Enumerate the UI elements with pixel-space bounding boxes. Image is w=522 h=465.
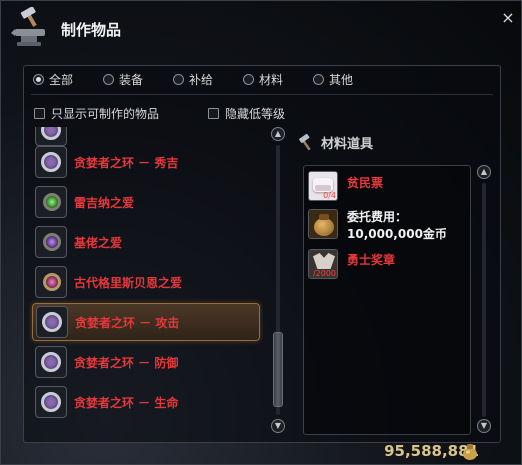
material-name: 勇士奖章: [347, 253, 396, 267]
ring-silver-icon: [36, 306, 68, 338]
ring-silver-icon: [35, 346, 67, 378]
list-item[interactable]: 雷吉纳之爱: [32, 183, 260, 221]
radio-dot: [313, 74, 324, 85]
radio-dot: [243, 74, 254, 85]
list-item[interactable]: 贪婪者之环 － 生命: [32, 383, 260, 421]
radio-label: 装备: [119, 73, 144, 87]
materials-header: 材料道具: [297, 133, 373, 152]
scroll-down-button[interactable]: ▼: [477, 419, 491, 433]
materials-title: 材料道具: [321, 137, 374, 152]
radio-label: 补给: [189, 73, 214, 87]
radio-equipment[interactable]: 装备: [103, 71, 143, 88]
fee-amount: 10,000,000金币: [347, 227, 447, 241]
list-item-selected[interactable]: 贪婪者之环 － 攻击: [32, 303, 260, 341]
list-item[interactable]: 基佬之爱: [32, 223, 260, 261]
radio-all[interactable]: 全部: [33, 71, 73, 88]
recipe-name: 贪婪者之环 － 生命: [74, 395, 179, 410]
radio-dot: [103, 74, 114, 85]
hammer-icon: [299, 133, 311, 150]
checkbox-label: 只显示可制作的物品: [51, 107, 160, 121]
radio-supplies[interactable]: 补给: [173, 71, 213, 88]
list-item[interactable]: 古代格里斯贝恩之爱: [32, 263, 260, 301]
checkbox-box: [208, 108, 219, 119]
radio-dot: [33, 74, 44, 85]
material-name: 贫民票: [347, 176, 384, 190]
material-count: 0/4: [323, 191, 336, 200]
window-title: 制作物品: [61, 21, 122, 39]
fee-label: 委托费用：: [347, 210, 408, 224]
ring-green-icon: [35, 186, 67, 218]
commission-fee: 委托费用： 10,000,000金币: [347, 209, 447, 243]
title-bar[interactable]: 制作物品 ×: [1, 1, 522, 57]
material-item[interactable]: /2000 勇士奖章: [308, 249, 395, 279]
material-item[interactable]: 0/4 贫民票: [308, 171, 383, 201]
anvil-icon: [11, 7, 45, 46]
scroll-up-button[interactable]: ▲: [271, 127, 285, 141]
list-item[interactable]: 贪婪者之环 － 防御: [32, 343, 260, 381]
list-item[interactable]: 贪婪者之环 － 秀吉: [32, 143, 260, 181]
close-button[interactable]: ×: [499, 9, 517, 27]
recipe-name: 贪婪者之环 － 攻击: [75, 315, 180, 330]
scroll-down-button[interactable]: ▼: [271, 419, 285, 433]
craft-window: 制作物品 × 全部 装备 补给 材料 其他 只显示可制作的物品 隐藏低等级 贪婪…: [0, 0, 522, 465]
scroll-up-button[interactable]: ▲: [477, 165, 491, 179]
radio-other[interactable]: 其他: [313, 71, 353, 88]
checkbox-box: [34, 108, 45, 119]
ring-pink-icon: [35, 266, 67, 298]
money-bag-icon: [308, 209, 338, 239]
ring-silver-icon: [35, 386, 67, 418]
medal-icon: /2000: [308, 249, 338, 279]
recipe-list-scrollbar[interactable]: ▲ ▼: [271, 127, 285, 437]
checkbox-craftable-only[interactable]: 只显示可制作的物品: [34, 105, 159, 122]
checkbox-label: 隐藏低等级: [225, 107, 286, 121]
recipe-name: 雷吉纳之爱: [74, 195, 135, 210]
radio-dot: [173, 74, 184, 85]
radio-label: 全部: [49, 73, 74, 87]
ring-purple-icon: [35, 226, 67, 258]
scroll-thumb[interactable]: [273, 332, 283, 407]
radio-label: 材料: [259, 73, 284, 87]
gold-bag-icon: [463, 444, 477, 460]
radio-materials[interactable]: 材料: [243, 71, 283, 88]
ring-silver-icon: [35, 146, 67, 178]
recipe-name: 基佬之爱: [74, 235, 123, 250]
scroll-track[interactable]: [482, 183, 486, 417]
materials-scrollbar[interactable]: ▲ ▼: [477, 165, 491, 435]
recipe-name: 古代格里斯贝恩之爱: [74, 275, 183, 290]
recipe-name: 贪婪者之环 － 防御: [74, 355, 179, 370]
recipe-list: 贪婪者之环 － 秀吉 雷吉纳之爱 基佬之爱 古代格里斯贝恩之爱 贪婪者之环 － …: [29, 127, 263, 434]
checkbox-hide-low-level[interactable]: 隐藏低等级: [208, 105, 285, 122]
material-item[interactable]: 委托费用： 10,000,000金币: [308, 209, 447, 243]
ticket-icon: 0/4: [308, 171, 338, 201]
material-count: /2000: [312, 269, 336, 278]
radio-label: 其他: [329, 73, 354, 87]
divider: [31, 94, 493, 95]
materials-box: [303, 165, 471, 435]
recipe-name: 贪婪者之环 － 秀吉: [74, 155, 179, 170]
